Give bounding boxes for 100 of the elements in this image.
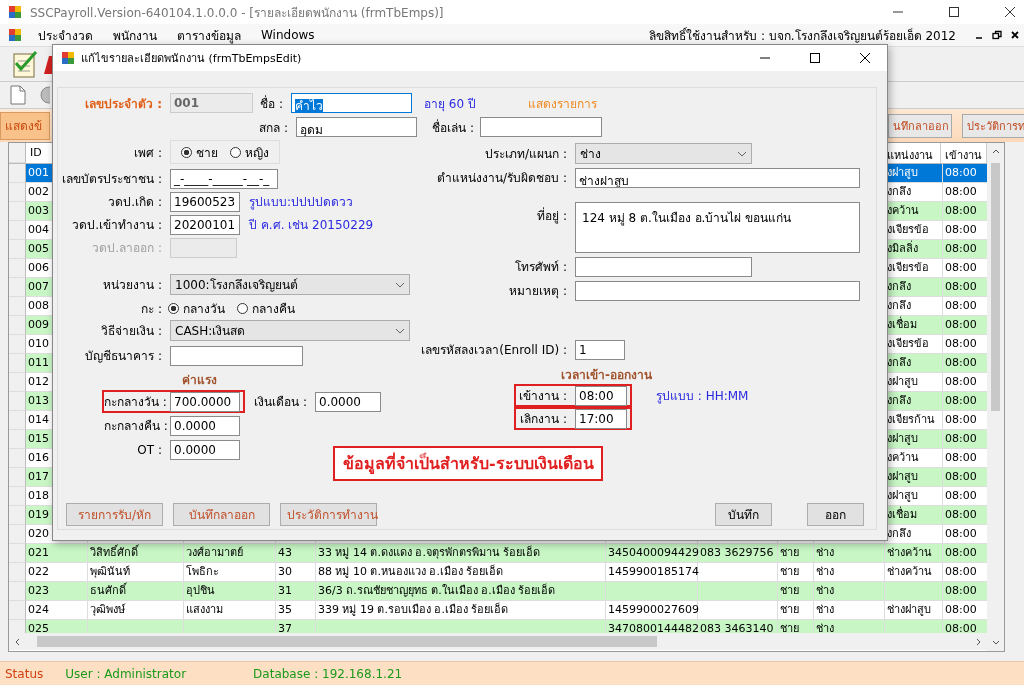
field-label: ชื่อ : [259, 94, 284, 113]
chevron-icon[interactable] [395, 281, 405, 288]
input-field[interactable]: 1 [575, 339, 625, 360]
restore-icon[interactable] [992, 30, 1002, 40]
row-header[interactable] [9, 563, 26, 582]
format-hint: รูปแบบ:ปปปปดดวว [249, 194, 354, 211]
row-header[interactable] [9, 392, 26, 411]
dialog-button[interactable]: รายการรับ/หัก [66, 503, 163, 526]
user-text: User : Administrator [65, 666, 187, 681]
radio-button[interactable]: หญิง [230, 142, 269, 162]
row-header[interactable] [9, 582, 26, 601]
row-header[interactable] [9, 164, 26, 183]
field-label: เพศ : [133, 144, 163, 162]
table-row[interactable]: 022 พุฒินันท์ โพธิกะ 30 88 หมู่ 10 ต.หนองแวง อ.เมือง ร้อยเอ็ด 1459900185174 ชาย ช่าง ช่างคว้าน 08:00 [9, 563, 988, 582]
close-icon[interactable] [1004, 6, 1016, 18]
input-field[interactable]: 0.0000 [315, 391, 381, 412]
maximize-icon[interactable] [809, 52, 821, 64]
dropdown[interactable]: 1000:โรงกลึงเจริญยนต์ [170, 274, 410, 295]
table-row[interactable]: 025 37 3470800144482083 3463140 ชาย ช่าง 08:00 [9, 620, 988, 633]
dropdown[interactable]: ช่าง [575, 143, 752, 164]
input-field[interactable]: 19600523 [170, 191, 240, 212]
chevron-icon[interactable] [737, 150, 747, 157]
row-header[interactable] [9, 411, 26, 430]
row-header[interactable] [9, 354, 26, 373]
dropdown[interactable]: CASH:เงินสด [170, 320, 410, 341]
row-header[interactable] [9, 297, 26, 316]
input-field[interactable]: 08:00 [575, 385, 627, 406]
row-header[interactable] [9, 335, 26, 354]
row-header[interactable] [9, 601, 26, 620]
input-field[interactable]: 0.0000 [170, 439, 240, 460]
table-row[interactable]: 023 ธนศักดิ์ อุปชิน 31 36/3 ถ.รณชัยชาญยุทธ ต.ในเมือง อ.เมือง ร้อยเอ็ด ชาย ช่าง 08:00 [9, 582, 988, 601]
notepad-check-icon[interactable] [10, 49, 40, 79]
field-label: ตำแหน่งงาน/รับผิดชอบ : [436, 170, 568, 187]
app-icon [8, 28, 22, 42]
section-heading: เวลาเข้า-ออกงาน [561, 366, 652, 384]
row-header[interactable] [9, 544, 26, 563]
input-field[interactable]: _-____-_____-__-_ [170, 168, 278, 189]
input-field[interactable] [575, 280, 860, 301]
page-icon[interactable] [10, 85, 26, 105]
dialog-title: แก้ไขรายละเอียดพนักงาน (frmTbEmpsEdit) [81, 51, 302, 67]
row-header[interactable] [9, 373, 26, 392]
menu-item[interactable]: ประจำงวด [30, 25, 101, 45]
input-field[interactable] [575, 256, 752, 277]
row-header[interactable] [9, 221, 26, 240]
field-label: สกล : [258, 119, 289, 137]
age-text: อายุ 60 ปี [424, 95, 477, 113]
row-header[interactable] [9, 202, 26, 221]
field-label: ประเภท/แผนก : [484, 146, 568, 163]
text-area[interactable]: 124 หมู่ 8 ต.ในเมือง อ.บ้านไผ่ ขอนแก่น [575, 202, 860, 253]
row-header[interactable] [9, 449, 26, 468]
field-label: เลขรหัสลงเวลา(Enroll ID) : [421, 342, 568, 359]
database-text: Database : 192.168.1.21 [253, 666, 403, 681]
row-header[interactable] [9, 525, 26, 544]
horizontal-scrollbar[interactable] [9, 633, 988, 650]
input-field[interactable]: 0.0000 [170, 415, 240, 436]
radio-button[interactable]: กลางวัน [168, 299, 225, 318]
row-header[interactable] [9, 183, 26, 202]
field-label: เลขประจำตัว : [84, 95, 163, 113]
vertical-scrollbar[interactable] [987, 143, 1004, 651]
row-header[interactable] [9, 240, 26, 259]
menu-item[interactable]: ตารางข้อมูล [169, 25, 249, 45]
chevron-icon[interactable] [395, 327, 405, 334]
field-label: เลิกงาน : [519, 411, 568, 428]
field-label: วิธีจ่ายเงิน : [100, 323, 163, 340]
menu-item[interactable]: พนักงาน [105, 25, 165, 45]
action-button[interactable]: นทึกลาออก [888, 113, 952, 138]
row-header[interactable] [9, 278, 26, 297]
close-icon[interactable] [859, 52, 871, 64]
row-header[interactable] [9, 506, 26, 525]
row-header[interactable] [9, 430, 26, 449]
radio-button[interactable]: ชาย [181, 142, 218, 162]
dialog-button[interactable]: ประวัติการทำงาน [280, 503, 377, 526]
menu-item[interactable]: Windows [253, 28, 323, 42]
input-field[interactable]: 17:00 [575, 408, 627, 429]
field-label: เข้างาน : [518, 388, 568, 405]
input-field[interactable]: คำไว [291, 93, 412, 113]
app-icon [61, 51, 75, 65]
dialog-button[interactable]: ออก [807, 503, 864, 526]
input-field[interactable] [170, 345, 303, 366]
table-row[interactable]: 021 วิสิทธิ์ศักดิ์ วงศ์อามาตย์ 43 33 หมู่ 14 ต.ดงแดง อ.จตุรพักตรพิมาน ร้อยเอ็ด 3450400094429083 3629756 ชาย ช่าง ช่างคว้าน 08:00 [9, 544, 988, 563]
dialog-button[interactable]: บันทึกลาออก [173, 503, 270, 526]
section-heading: ค่าแรง [182, 371, 217, 389]
radio-button[interactable]: กลางคืน [237, 299, 295, 318]
action-button[interactable]: ประวัติการท [962, 113, 1024, 138]
field-label: หมายเหตุ : [508, 283, 568, 300]
input-field[interactable]: 20200101 [170, 214, 240, 235]
row-header[interactable] [9, 487, 26, 506]
input-field[interactable] [480, 117, 602, 137]
row-header[interactable] [9, 468, 26, 487]
maximize-icon[interactable] [948, 6, 960, 18]
field-label: กะกลางคืน : [104, 418, 168, 435]
row-header[interactable] [9, 316, 26, 335]
input-field[interactable]: 001 [170, 93, 253, 113]
close-icon[interactable] [1010, 30, 1020, 40]
row-header[interactable] [9, 259, 26, 278]
dialog-button[interactable]: บันทึก [715, 503, 772, 526]
table-row[interactable]: 024 วุฒิพงษ์ แสงงาม 35 339 หมู่ 19 ต.รอบเมือง อ.เมือง ร้อยเอ็ด 1459900027609 ชาย ช่าง ช่างฝาสูบ 08:00 [9, 601, 988, 620]
field-label: หน่วยงาน : [102, 277, 163, 294]
input-field[interactable]: 700.0000 [170, 391, 240, 412]
status-label: Status [5, 666, 44, 681]
